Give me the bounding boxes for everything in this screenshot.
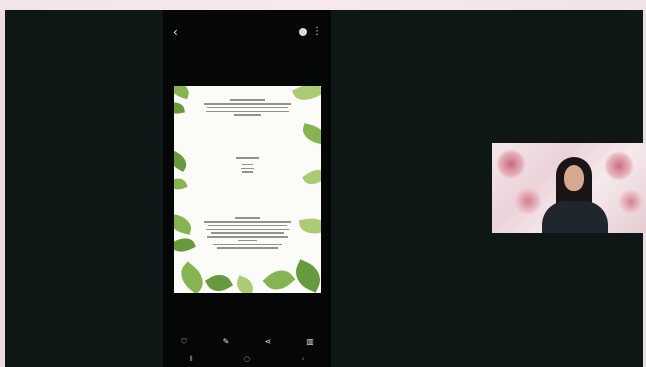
leaf-decoration (301, 164, 321, 190)
phone-status-bar (163, 10, 331, 22)
text-line (240, 167, 255, 170)
background-flower (496, 149, 526, 179)
shared-phone-screen: ‹ ⋮ ♡ ✎ ⋖ ▥ ⦀ ○ ‹ (163, 10, 331, 367)
text-line (217, 247, 278, 250)
text-line (242, 171, 253, 173)
window-top-strip (0, 0, 646, 10)
text-line (206, 236, 289, 238)
leaf-decoration (174, 100, 185, 116)
background-flower (618, 189, 644, 215)
leaf-decoration (204, 269, 234, 293)
text-line (236, 157, 259, 159)
text-line (204, 102, 291, 105)
text-line (242, 163, 253, 166)
text-line (207, 106, 288, 109)
android-nav-bar: ⦀ ○ ‹ (163, 353, 331, 365)
invitation-section-1 (204, 96, 291, 118)
text-line (235, 217, 260, 219)
back-icon[interactable]: ‹ (173, 26, 181, 38)
lens-icon[interactable]: ♡ (177, 337, 191, 346)
text-line (208, 224, 287, 227)
participant-body (542, 201, 608, 233)
cast-icon[interactable] (299, 28, 307, 36)
leaf-decoration (174, 86, 192, 100)
text-line (205, 110, 290, 113)
delete-icon[interactable]: ▥ (303, 337, 317, 346)
leaf-decoration (174, 213, 194, 235)
text-line (212, 243, 283, 246)
leaf-decoration (174, 175, 188, 193)
text-line (237, 239, 258, 242)
leaf-decoration (233, 275, 257, 293)
share-icon[interactable]: ⋖ (261, 337, 275, 346)
background-flower (514, 187, 542, 215)
background-flower (604, 151, 634, 181)
gallery-bottom-toolbar: ♡ ✎ ⋖ ▥ (163, 334, 331, 348)
participant-video-tile[interactable] (492, 143, 646, 233)
edit-icon[interactable]: ✎ (219, 337, 233, 346)
text-line (205, 228, 290, 231)
text-line (234, 114, 261, 116)
recents-icon[interactable]: ⦀ (184, 355, 198, 364)
leaf-decoration (262, 263, 296, 293)
more-vertical-icon[interactable]: ⋮ (312, 26, 322, 38)
leaf-decoration (300, 123, 321, 145)
invitation-card-image (174, 86, 321, 293)
leaf-decoration (174, 261, 210, 293)
participant-face (564, 165, 584, 191)
text-line (210, 232, 285, 234)
invitation-section-2 (204, 154, 291, 175)
gallery-app-bar: ‹ ⋮ (163, 24, 331, 44)
invitation-section-3 (204, 214, 291, 251)
text-line (204, 220, 291, 223)
home-icon[interactable]: ○ (240, 355, 254, 363)
leaf-decoration (174, 234, 196, 256)
leaf-decoration (290, 259, 321, 293)
leaf-decoration (174, 149, 191, 173)
leaf-decoration (291, 86, 321, 106)
back-nav-icon[interactable]: ‹ (296, 355, 310, 363)
text-line (230, 99, 265, 101)
leaf-decoration (298, 215, 321, 237)
